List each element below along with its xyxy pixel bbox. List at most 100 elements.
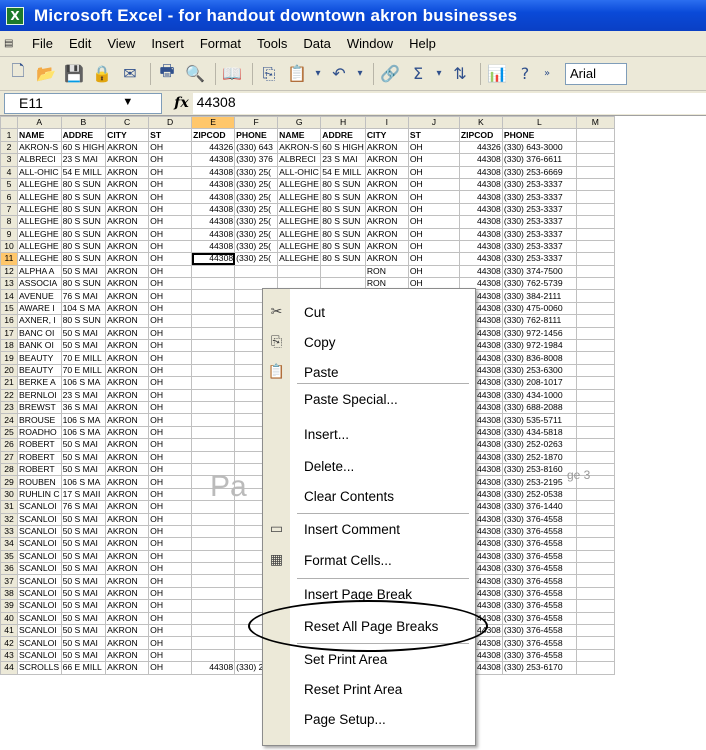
column-header-h[interactable]: H [320, 116, 366, 130]
cell[interactable]: OH [148, 611, 193, 626]
cell[interactable] [191, 314, 236, 328]
cell[interactable]: ALLEGHE [17, 227, 62, 241]
cell[interactable]: OH [148, 661, 193, 675]
font-name-select[interactable]: Arial [565, 62, 627, 85]
cell[interactable]: OH [148, 462, 193, 477]
cell[interactable]: SCANLOI [17, 524, 62, 539]
row-header[interactable]: 42 [0, 636, 18, 650]
row-header[interactable]: 6 [0, 190, 18, 204]
column-header-i[interactable]: I [364, 116, 409, 130]
cell[interactable]: (330) 25( [234, 202, 279, 217]
cell[interactable] [575, 339, 615, 353]
cell[interactable]: 44308 [191, 227, 236, 241]
cell[interactable]: OH [148, 227, 193, 241]
cell[interactable]: OH [148, 314, 193, 328]
row-header[interactable]: 28 [0, 462, 18, 477]
cell[interactable] [191, 537, 236, 551]
new-icon[interactable]: 🗋 [6, 61, 30, 86]
cell[interactable]: ROBERT [17, 462, 62, 477]
cell[interactable]: 54 E MILL [60, 165, 107, 179]
column-header-m[interactable]: M [575, 116, 615, 130]
row-header[interactable]: 26 [0, 438, 18, 452]
cell[interactable]: OH [148, 351, 193, 365]
cell[interactable]: (330) 376-4558 [501, 636, 577, 650]
cell[interactable] [191, 512, 236, 526]
row-header[interactable]: 20 [0, 363, 18, 378]
cell[interactable] [191, 562, 236, 576]
cell[interactable]: AKRON [105, 202, 150, 217]
cell[interactable] [575, 202, 615, 217]
cell[interactable] [191, 376, 236, 390]
cell[interactable]: AKRON [105, 562, 150, 576]
menu-edit[interactable]: Edit [61, 36, 99, 51]
cell[interactable]: 80 S SUN [320, 239, 366, 254]
cell[interactable]: CITY [364, 128, 409, 142]
cell[interactable] [575, 227, 615, 241]
cell[interactable]: OH [148, 623, 193, 638]
cell[interactable]: 50 S MAI [60, 512, 107, 526]
cell[interactable]: OH [148, 574, 193, 588]
column-header-g[interactable]: G [277, 116, 322, 130]
cell[interactable]: AKRON [105, 487, 150, 502]
cell[interactable]: 44308 [191, 661, 236, 675]
cell[interactable]: 80 S SUN [60, 202, 107, 217]
cell[interactable]: ALL-OHIC [277, 165, 322, 179]
cell[interactable]: (330) 252-1870 [501, 450, 577, 464]
cell[interactable]: (330) 25( [234, 215, 279, 229]
cell[interactable]: 44308 [191, 177, 236, 192]
cell[interactable] [575, 388, 615, 403]
cell[interactable] [191, 277, 236, 291]
cell[interactable]: OH [407, 202, 460, 217]
cell[interactable]: 80 S SUN [320, 215, 366, 229]
cell[interactable] [191, 648, 236, 663]
cell[interactable]: ALLEGHE [277, 190, 322, 204]
cell[interactable]: AKRON [105, 512, 150, 526]
cell[interactable] [575, 661, 615, 675]
cell[interactable]: ALLEGHE [277, 202, 322, 217]
cell[interactable]: (330) 253-3337 [501, 215, 577, 229]
cell[interactable]: 44308 [458, 239, 503, 254]
cell[interactable]: OH [407, 177, 460, 192]
cell[interactable]: AKRON [105, 611, 150, 626]
cell[interactable]: RON [364, 264, 409, 279]
fx-icon[interactable]: fx [174, 95, 188, 111]
column-header-j[interactable]: J [407, 116, 460, 130]
cell[interactable]: ROUBEN [17, 475, 62, 489]
cell[interactable]: 44308 [458, 252, 503, 266]
cell[interactable]: AKRON [105, 462, 150, 477]
cell[interactable]: OH [148, 140, 193, 155]
cell[interactable]: OH [407, 140, 460, 155]
cell[interactable] [191, 425, 236, 440]
cell[interactable]: AKRON-S [17, 140, 62, 155]
context-menu-item-page-setup[interactable]: Page Setup... [263, 704, 475, 734]
cell[interactable] [191, 636, 236, 650]
cell[interactable]: OH [148, 549, 193, 564]
cell[interactable]: AWARE I [17, 301, 62, 316]
cell[interactable] [575, 326, 615, 341]
menu-tools[interactable]: Tools [249, 36, 295, 51]
cell[interactable]: AKRON [105, 363, 150, 378]
cell[interactable] [575, 413, 615, 427]
cell[interactable]: 44308 [458, 153, 503, 167]
cell[interactable] [191, 450, 236, 464]
cell[interactable]: SCANLOI [17, 537, 62, 551]
cell[interactable]: AKRON [105, 648, 150, 663]
cell[interactable]: 50 S MAI [60, 623, 107, 638]
cell[interactable]: ZIPCOD [458, 128, 503, 142]
cell[interactable] [575, 438, 615, 452]
cell[interactable]: OH [407, 165, 460, 179]
cell[interactable] [191, 363, 236, 378]
column-header-e[interactable]: E [191, 116, 236, 130]
cell[interactable] [575, 277, 615, 291]
cell[interactable]: AKRON [105, 326, 150, 341]
cell[interactable]: SCANLOI [17, 574, 62, 588]
cell[interactable] [234, 264, 279, 279]
cell[interactable]: PHONE [501, 128, 577, 142]
cell[interactable]: ROBERT [17, 438, 62, 452]
cell[interactable]: BERNLOI [17, 388, 62, 403]
cell[interactable]: AKRON [105, 339, 150, 353]
cell[interactable]: 80 S SUN [60, 190, 107, 204]
row-header[interactable]: 29 [0, 475, 18, 489]
cell[interactable]: AKRON [105, 215, 150, 229]
print-icon[interactable]: 🖶 [155, 61, 179, 86]
